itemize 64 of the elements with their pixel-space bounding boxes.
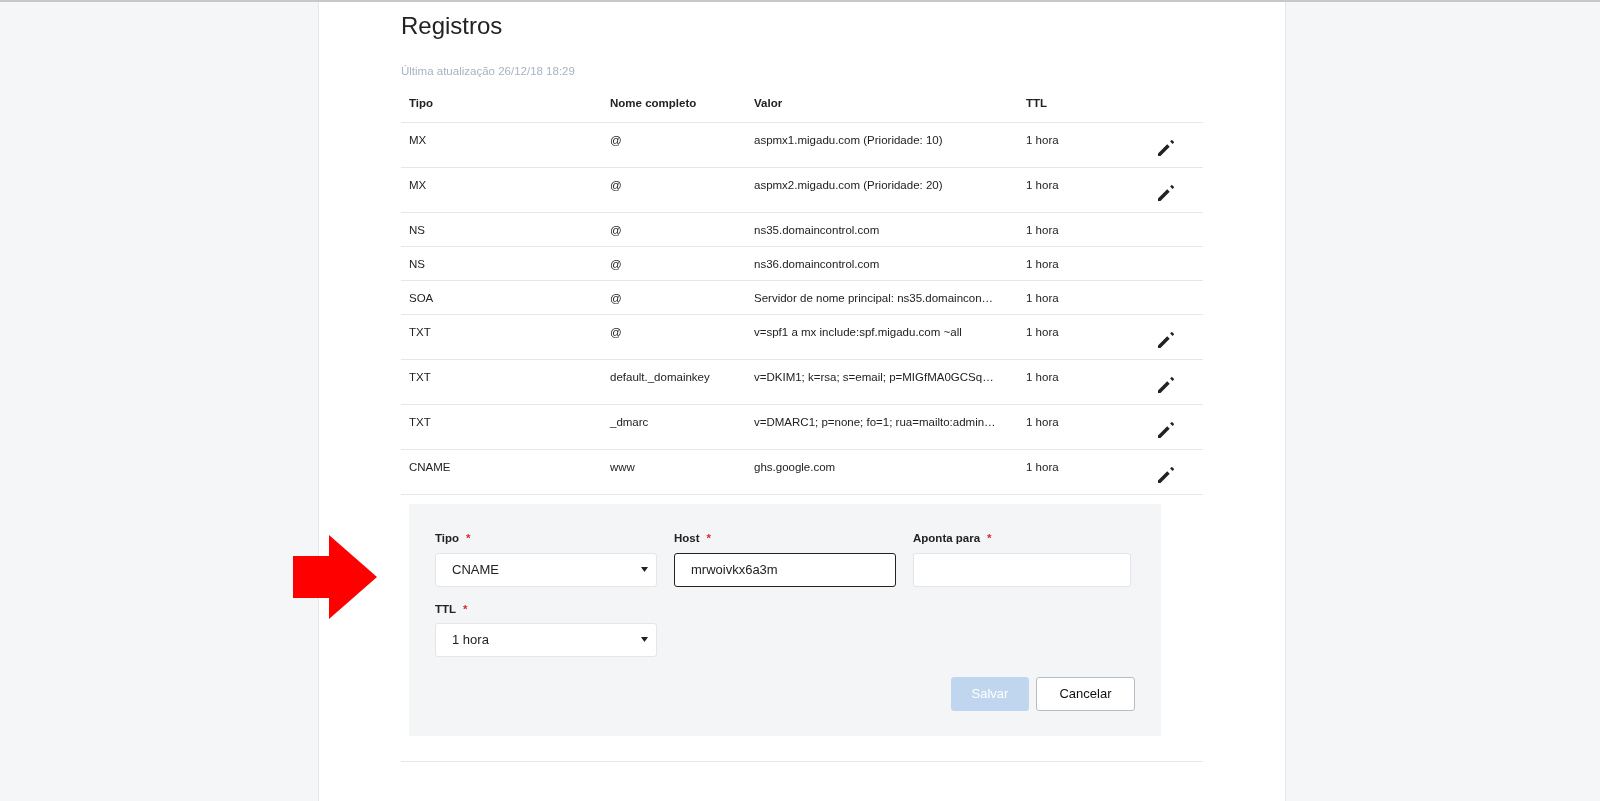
edit-pencil-icon[interactable]	[1156, 465, 1176, 486]
table-cell: NS	[409, 224, 425, 237]
table-cell: default._domainkey	[610, 371, 710, 384]
table-cell: v=DMARC1; p=none; fo=1; rua=mailto:admin…	[754, 416, 996, 429]
table-cell: 1 hora	[1026, 326, 1059, 339]
table-cell: ns36.domaincontrol.com	[754, 258, 880, 271]
table-cell: @	[610, 224, 622, 237]
table-cell: @	[610, 326, 622, 339]
required-mark: *	[466, 531, 471, 547]
table-cell: SOA	[409, 292, 434, 305]
table-cell: @	[610, 258, 622, 271]
table-cell: CNAME	[409, 461, 451, 474]
edit-pencil-icon[interactable]	[1156, 330, 1176, 351]
edit-pencil-icon[interactable]	[1156, 420, 1176, 441]
caret-icon	[641, 567, 648, 573]
field-label: Host	[674, 531, 700, 547]
select-field[interactable]: CNAME	[435, 552, 657, 587]
table-cell: @	[610, 292, 622, 305]
table-cell: Servidor de nome principal: ns35.domaincon…	[754, 292, 994, 305]
table-cell: 1 hora	[1026, 292, 1059, 305]
column-header: Tipo	[409, 97, 434, 110]
input-field[interactable]: mrwoivkx6a3m	[674, 552, 896, 587]
table-cell: 1 hora	[1026, 258, 1059, 271]
select-field[interactable]: 1 hora	[435, 622, 657, 657]
edit-pencil-icon[interactable]	[1156, 375, 1176, 396]
table-cell: TXT	[409, 416, 431, 429]
edit-pencil-icon[interactable]	[1156, 183, 1176, 204]
page-title: Registros	[401, 12, 504, 41]
table-cell: 1 hora	[1026, 416, 1059, 429]
table-cell: 1 hora	[1026, 461, 1059, 474]
column-header: Valor	[754, 97, 783, 110]
table-cell: @	[610, 179, 622, 192]
table-cell: NS	[409, 258, 425, 271]
input-field[interactable]	[913, 552, 1131, 587]
table-cell: 1 hora	[1026, 134, 1059, 147]
field-label: TTL	[435, 601, 457, 617]
table-cell: v=spf1 a mx include:spf.migadu.com ~all	[754, 326, 962, 339]
table-cell: TXT	[409, 371, 431, 384]
table-cell: MX	[409, 179, 427, 192]
field-label: Tipo	[435, 531, 460, 547]
last-updated-text: Última atualização 26/12/18 18:29	[401, 63, 576, 79]
table-cell: ghs.google.com	[754, 461, 836, 474]
edit-pencil-icon[interactable]	[1156, 138, 1176, 159]
table-cell: @	[610, 134, 622, 147]
table-cell: 1 hora	[1026, 224, 1059, 237]
required-mark: *	[706, 531, 712, 547]
table-cell: ns35.domaincontrol.com	[754, 224, 880, 237]
field-label: Aponta para	[913, 531, 981, 547]
required-mark: *	[463, 601, 468, 617]
table-cell: aspmx2.migadu.com (Prioridade: 20)	[754, 179, 943, 192]
table-cell: MX	[409, 134, 427, 147]
caret-icon	[641, 637, 648, 643]
table-cell: 1 hora	[1026, 179, 1059, 192]
table-cell: aspmx1.migadu.com (Prioridade: 10)	[754, 134, 943, 147]
table-cell: v=DKIM1; k=rsa; s=email; p=MIGfMA0GCSq…	[754, 371, 994, 384]
arrow-icon	[293, 535, 377, 619]
column-header: TTL	[1026, 97, 1048, 110]
cancel-button[interactable]: Cancelar	[1036, 676, 1135, 711]
table-cell: www	[610, 461, 635, 474]
column-header: Nome completo	[610, 97, 697, 110]
table-cell: _dmarc	[610, 416, 649, 429]
table-cell: TXT	[409, 326, 431, 339]
required-mark: *	[987, 531, 992, 547]
table-cell: 1 hora	[1026, 371, 1059, 384]
